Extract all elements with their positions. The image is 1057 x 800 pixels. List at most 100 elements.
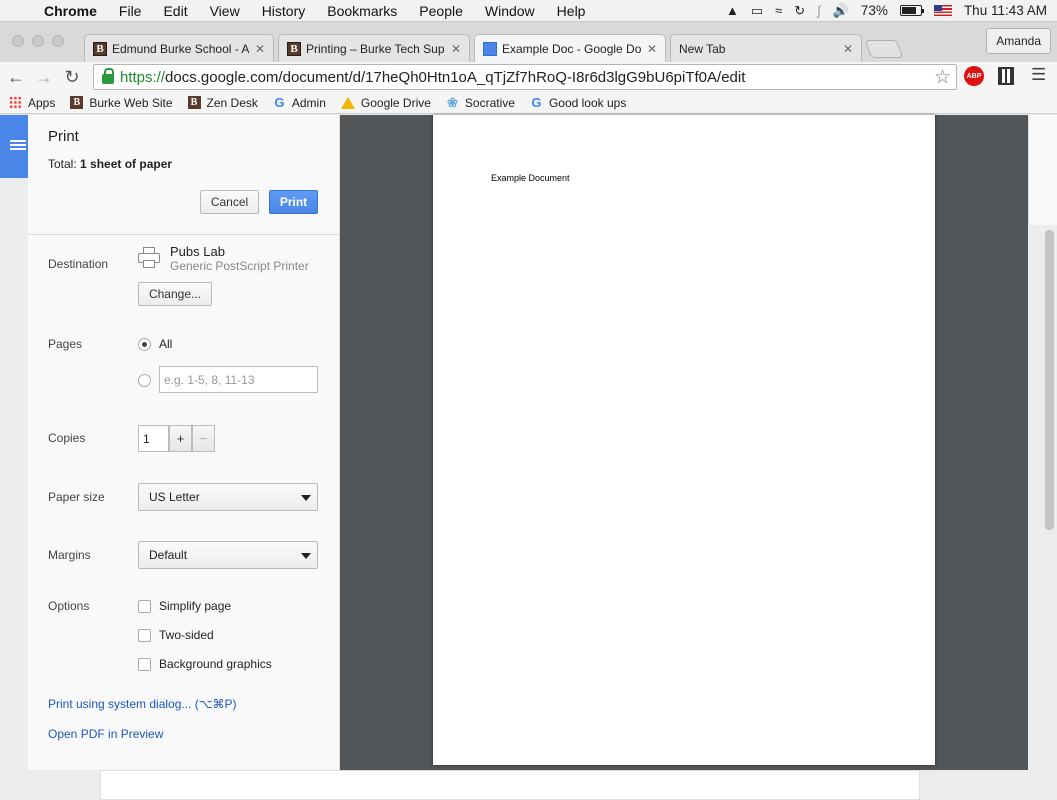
print-preview-area[interactable]: Example Document — [340, 115, 1028, 770]
menu-help[interactable]: Help — [546, 3, 597, 19]
printer-name: Pubs Lab — [170, 244, 225, 259]
pages-all-label[interactable]: All — [159, 337, 172, 351]
cancel-button[interactable]: Cancel — [200, 190, 259, 214]
reload-icon[interactable]: ↻ — [60, 67, 84, 88]
bookmark-zen-desk[interactable]: B Zen Desk — [187, 96, 258, 110]
battery-percent: 73% — [860, 3, 888, 18]
google-icon: G — [531, 95, 542, 110]
bookmarks-bar: Apps B Burke Web Site B Zen Desk G Admin… — [0, 92, 1057, 114]
adobe-icon[interactable]: ▲ — [726, 3, 739, 18]
margins-select[interactable]: Default — [138, 541, 318, 569]
close-tab-icon[interactable]: ✕ — [843, 42, 853, 56]
copies-input[interactable]: 1 — [138, 425, 169, 452]
wifi-icon[interactable]: ≈ — [775, 3, 782, 18]
bluetooth-icon[interactable]: ∫ — [817, 3, 821, 18]
docs-paper — [100, 770, 920, 800]
bookmark-socrative[interactable]: ❀ Socrative — [446, 94, 515, 110]
docs-favicon-icon — [483, 42, 497, 56]
battery-icon[interactable] — [899, 5, 924, 16]
extension-film-icon[interactable] — [998, 67, 1014, 85]
zoom-window-button[interactable] — [52, 35, 64, 47]
bookmark-google-drive[interactable]: Google Drive — [340, 96, 431, 110]
bookmark-label: Admin — [291, 95, 326, 110]
burke-favicon-icon: B — [187, 96, 201, 109]
profile-button[interactable]: Amanda — [986, 28, 1051, 54]
docs-menu-icon[interactable] — [0, 115, 28, 178]
google-icon: G — [274, 95, 285, 110]
paper-size-value: US Letter — [149, 490, 200, 504]
menu-file[interactable]: File — [108, 3, 153, 19]
socrative-icon: ❀ — [446, 94, 458, 110]
print-settings-panel: Print Total: 1 sheet of paper Cancel Pri… — [28, 115, 340, 770]
chrome-menu-icon[interactable]: ☰ — [1031, 65, 1046, 85]
divider — [28, 234, 339, 235]
menu-view[interactable]: View — [199, 3, 251, 19]
simplify-page-label[interactable]: Simplify page — [159, 599, 231, 613]
airplay-icon[interactable]: ▭ — [751, 3, 763, 19]
url-scheme: https:// — [120, 68, 166, 86]
bookmark-label: Apps — [28, 95, 56, 110]
volume-icon[interactable]: 🔊 — [833, 3, 849, 19]
background-graphics-label[interactable]: Background graphics — [159, 657, 272, 671]
open-pdf-preview-link[interactable]: Open PDF in Preview — [48, 727, 163, 741]
burke-favicon-icon: B — [287, 41, 301, 56]
new-tab-button[interactable] — [864, 40, 904, 58]
simplify-page-checkbox[interactable] — [138, 600, 151, 613]
page-scrollbar[interactable] — [1045, 230, 1054, 530]
bookmark-apps[interactable]: Apps — [9, 96, 55, 110]
margins-label: Margins — [48, 548, 91, 562]
menu-bookmarks[interactable]: Bookmarks — [316, 3, 408, 19]
drive-icon — [340, 96, 355, 109]
two-sided-label[interactable]: Two-sided — [159, 628, 214, 642]
docs-header-edge — [1028, 115, 1057, 225]
lock-icon[interactable] — [102, 68, 114, 84]
pages-range-input[interactable]: e.g. 1-5, 8, 11-13 — [159, 366, 318, 393]
copies-label: Copies — [48, 431, 86, 445]
paper-size-select[interactable]: US Letter — [138, 483, 318, 511]
close-tab-icon[interactable]: ✕ — [255, 42, 265, 56]
bookmark-admin[interactable]: G Admin — [273, 95, 326, 110]
tab-edmund-burke-school[interactable]: B Edmund Burke School - Ag ✕ — [84, 34, 274, 62]
tab-printing-burke-tech[interactable]: B Printing – Burke Tech Supp ✕ — [278, 34, 470, 62]
margins-value: Default — [149, 548, 188, 562]
tab-new-tab[interactable]: New Tab ✕ — [670, 34, 862, 62]
back-arrow-icon[interactable]: ← — [4, 67, 28, 88]
bookmark-burke-web-site[interactable]: B Burke Web Site — [70, 96, 173, 110]
menu-app-chrome[interactable]: Chrome — [40, 3, 108, 19]
system-dialog-link[interactable]: Print using system dialog... (⌥⌘P) — [48, 697, 237, 711]
input-source-flag-icon[interactable] — [933, 5, 952, 16]
menu-history[interactable]: History — [251, 3, 317, 19]
time-machine-icon[interactable]: ↻ — [794, 3, 805, 19]
pages-label: Pages — [48, 337, 83, 351]
forward-arrow-icon[interactable]: → — [32, 67, 56, 88]
tab-label: Example Doc - Google Doc — [502, 42, 641, 56]
tab-label: Edmund Burke School - Ag — [112, 41, 249, 56]
adblock-plus-icon[interactable]: ABP — [964, 66, 984, 86]
close-window-button[interactable] — [12, 35, 24, 47]
address-bar[interactable]: https:// docs.google.com/document/d/17he… — [93, 64, 957, 90]
paper-size-label: Paper size — [48, 490, 105, 504]
tab-label: Printing – Burke Tech Supp — [306, 41, 445, 56]
minimize-window-button[interactable] — [32, 35, 44, 47]
change-destination-button[interactable]: Change... — [138, 282, 212, 306]
print-button[interactable]: Print — [269, 190, 318, 214]
menu-window[interactable]: Window — [474, 3, 546, 19]
menu-edit[interactable]: Edit — [152, 3, 198, 19]
close-tab-icon[interactable]: ✕ — [647, 42, 657, 56]
bookmark-good-look-ups[interactable]: G Good look ups — [530, 95, 626, 110]
two-sided-checkbox[interactable] — [138, 629, 151, 642]
pages-custom-radio[interactable] — [138, 374, 151, 387]
pages-all-radio[interactable] — [138, 338, 151, 351]
bookmark-star-icon[interactable]: ☆ — [934, 66, 951, 89]
printer-icon — [138, 247, 160, 269]
tab-example-doc[interactable]: Example Doc - Google Doc ✕ — [474, 34, 666, 63]
menu-people[interactable]: People — [408, 3, 474, 19]
preview-document-text: Example Document — [491, 173, 570, 183]
menubar-clock[interactable]: Thu 11:43 AM — [964, 3, 1047, 18]
preview-page: Example Document — [433, 115, 935, 765]
options-label: Options — [48, 599, 90, 613]
background-graphics-checkbox[interactable] — [138, 658, 151, 671]
copies-decrement-button[interactable]: − — [192, 425, 215, 452]
close-tab-icon[interactable]: ✕ — [451, 42, 461, 56]
copies-increment-button[interactable]: + — [169, 425, 192, 452]
